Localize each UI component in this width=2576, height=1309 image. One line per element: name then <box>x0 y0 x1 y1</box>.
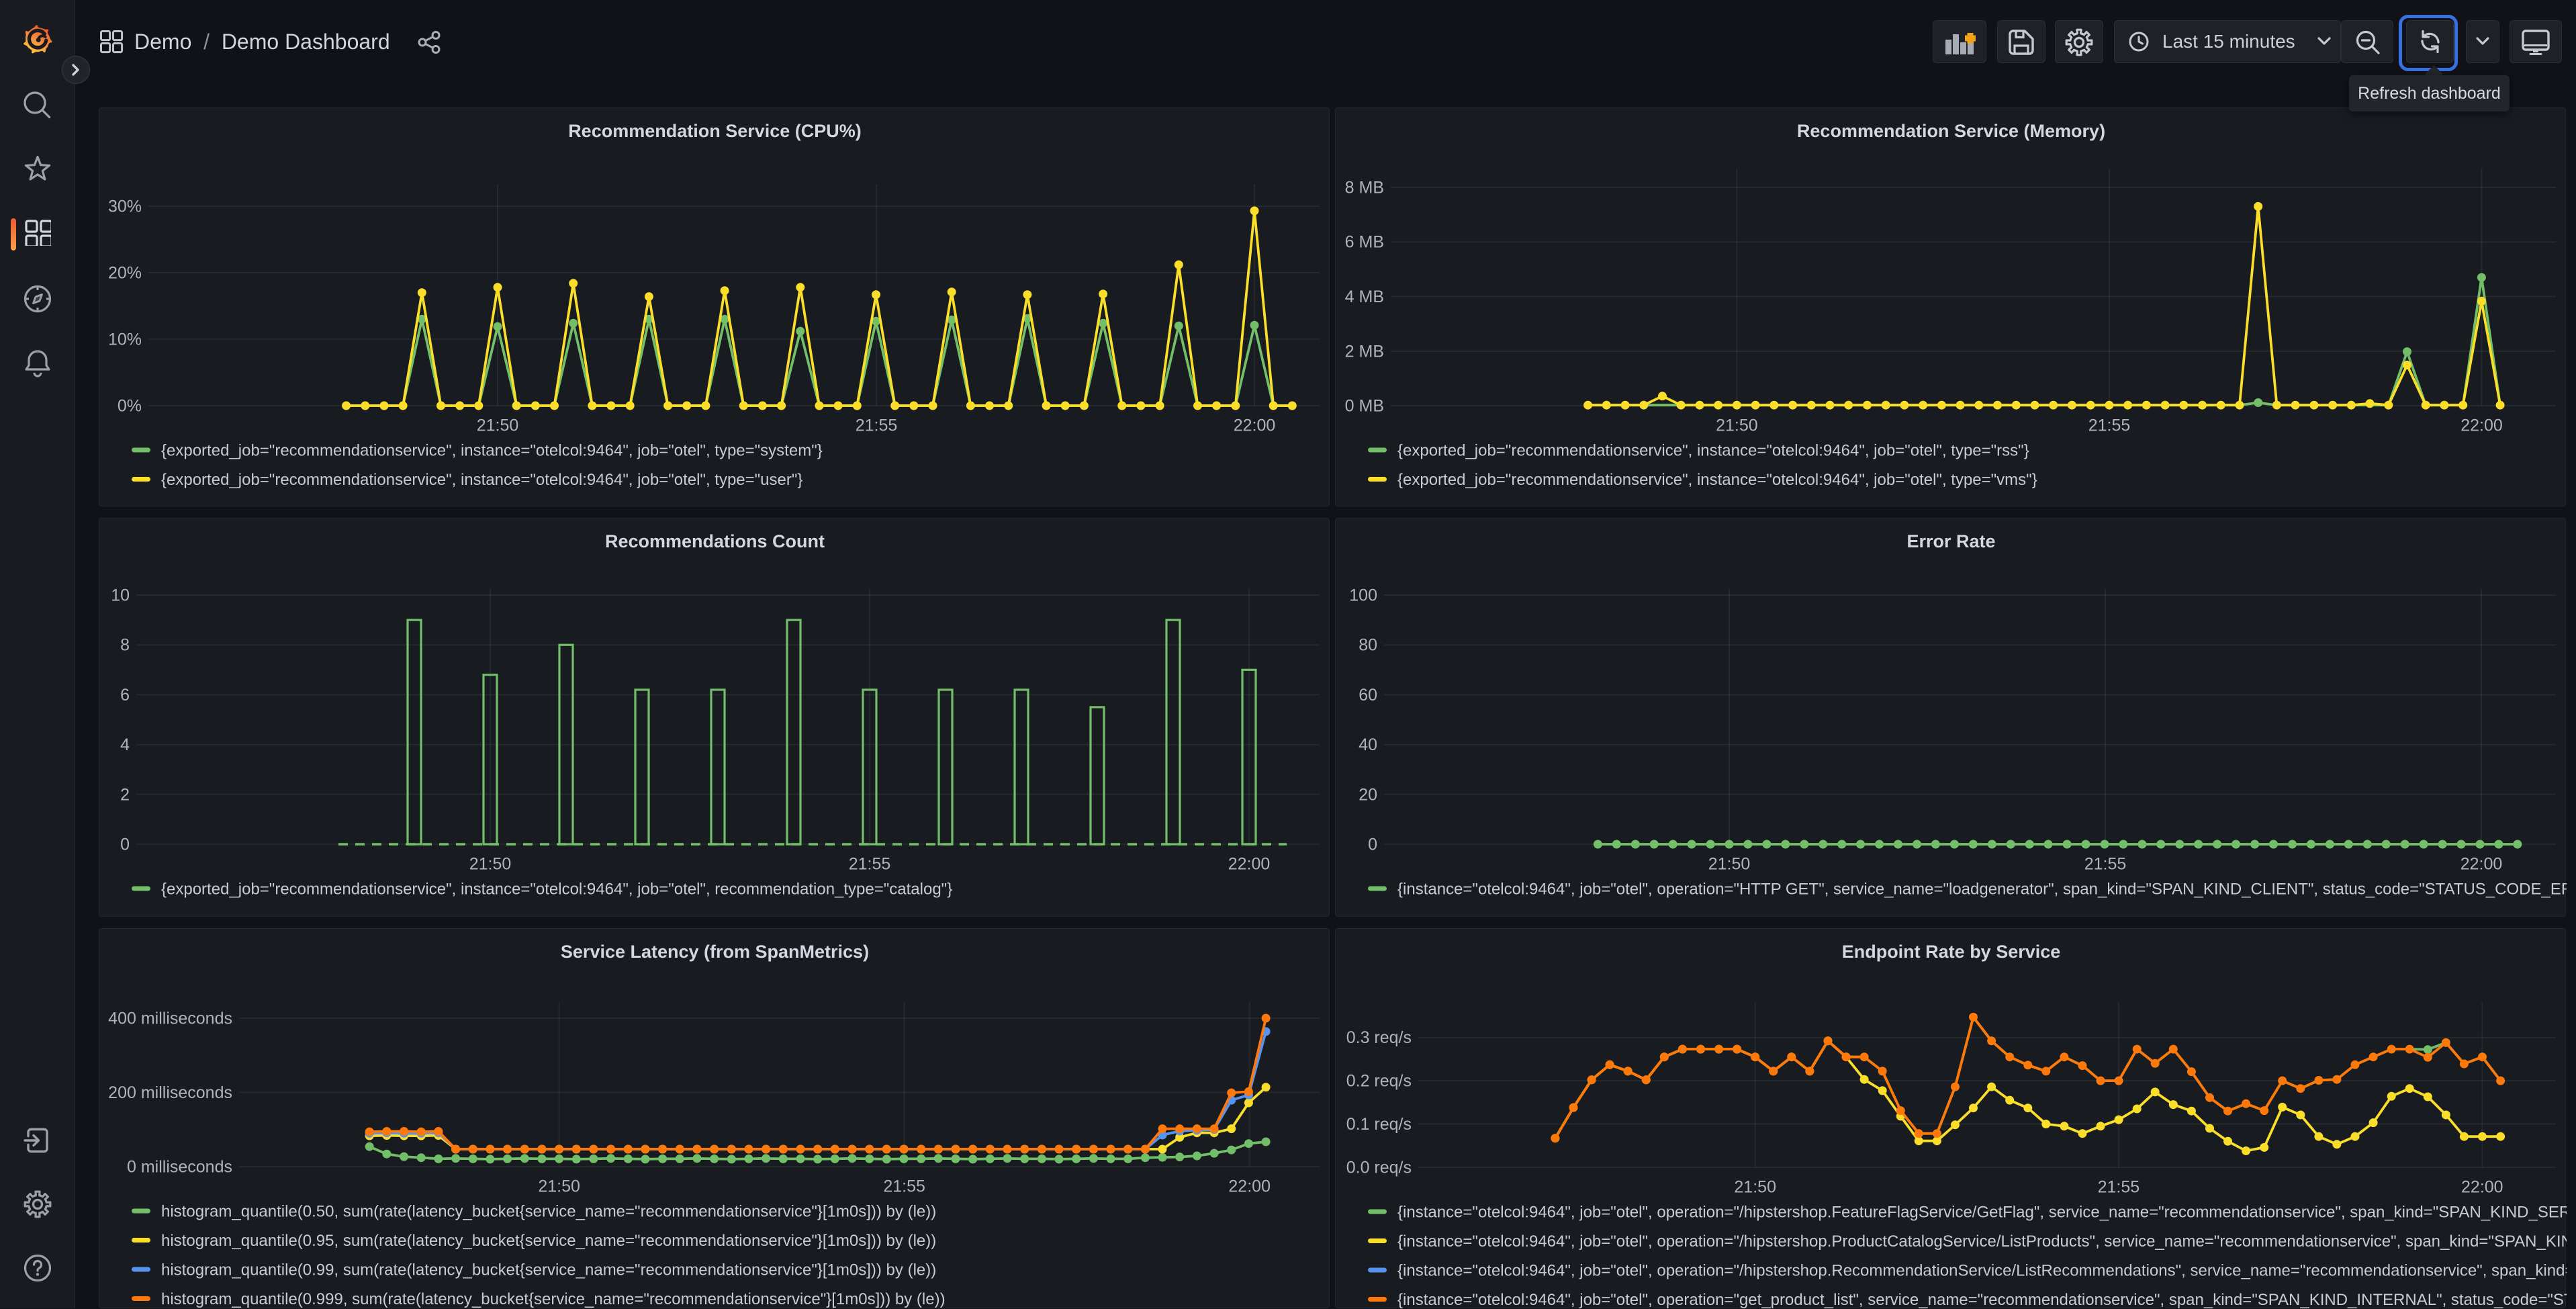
svg-text:Recommendations Count: Recommendations Count <box>605 531 825 551</box>
svg-text:{exported_job="recommendations: {exported_job="recommendationservice", i… <box>161 442 823 460</box>
svg-text:{instance="otelcol:9464", job=: {instance="otelcol:9464", job="otel", op… <box>1397 1204 2567 1222</box>
svg-text:0 MB: 0 MB <box>1345 397 1384 416</box>
svg-text:21:55: 21:55 <box>2084 855 2127 874</box>
svg-text:21:55: 21:55 <box>883 1177 925 1196</box>
svg-text:Service Latency (from SpanMetr: Service Latency (from SpanMetrics) <box>561 942 869 962</box>
svg-text:0: 0 <box>1368 836 1377 854</box>
svg-text:2: 2 <box>120 785 130 804</box>
svg-text:100: 100 <box>1349 586 1377 605</box>
svg-text:22:00: 22:00 <box>1228 1177 1271 1196</box>
svg-text:200 milliseconds: 200 milliseconds <box>108 1083 232 1102</box>
svg-text:60: 60 <box>1359 686 1377 705</box>
svg-text:30%: 30% <box>108 197 142 216</box>
svg-text:2 MB: 2 MB <box>1345 342 1384 361</box>
svg-text:{exported_job="recommendations: {exported_job="recommendationservice", i… <box>161 471 802 489</box>
svg-text:21:55: 21:55 <box>849 855 891 874</box>
svg-text:22:00: 22:00 <box>2460 855 2503 874</box>
svg-text:21:50: 21:50 <box>1734 1178 1776 1197</box>
svg-text:{instance="otelcol:9464", job=: {instance="otelcol:9464", job="otel", op… <box>1397 881 2567 899</box>
svg-text:21:50: 21:50 <box>477 416 519 435</box>
svg-text:10: 10 <box>111 586 130 605</box>
svg-text:6 MB: 6 MB <box>1345 233 1384 252</box>
svg-text:8: 8 <box>120 636 130 655</box>
svg-text:{instance="otelcol:9464", job=: {instance="otelcol:9464", job="otel", op… <box>1397 1262 2567 1280</box>
svg-text:Recommendation Service (Memory: Recommendation Service (Memory) <box>1797 121 2105 141</box>
svg-text:{exported_job="recommendations: {exported_job="recommendationservice", i… <box>1397 471 2037 489</box>
svg-text:80: 80 <box>1359 636 1377 655</box>
svg-text:{instance="otelcol:9464", job=: {instance="otelcol:9464", job="otel", op… <box>1397 1232 2567 1251</box>
svg-text:22:00: 22:00 <box>2461 1178 2503 1197</box>
svg-text:0.3 req/s: 0.3 req/s <box>1346 1028 1412 1047</box>
svg-text:{exported_job="recommendations: {exported_job="recommendationservice", i… <box>161 881 952 899</box>
svg-text:21:50: 21:50 <box>469 855 512 874</box>
svg-text:40: 40 <box>1359 735 1377 754</box>
svg-text:4 MB: 4 MB <box>1345 287 1384 306</box>
svg-text:{instance="otelcol:9464", job=: {instance="otelcol:9464", job="otel", op… <box>1397 1291 2567 1309</box>
svg-text:4: 4 <box>120 735 130 754</box>
svg-text:20%: 20% <box>108 264 142 283</box>
svg-text:22:00: 22:00 <box>1228 855 1271 874</box>
svg-text:histogram_quantile(0.999, sum(: histogram_quantile(0.999, sum(rate(laten… <box>161 1290 946 1308</box>
svg-text:0.2 req/s: 0.2 req/s <box>1346 1072 1412 1091</box>
svg-text:21:55: 21:55 <box>2098 1178 2140 1197</box>
svg-text:0.0 req/s: 0.0 req/s <box>1346 1159 1412 1177</box>
svg-text:0 milliseconds: 0 milliseconds <box>127 1158 232 1177</box>
svg-text:0: 0 <box>120 836 130 854</box>
svg-text:21:55: 21:55 <box>856 416 898 435</box>
svg-text:6: 6 <box>120 686 130 705</box>
svg-text:0.1 req/s: 0.1 req/s <box>1346 1115 1412 1134</box>
svg-text:21:50: 21:50 <box>1708 855 1751 874</box>
svg-text:histogram_quantile(0.99, sum(r: histogram_quantile(0.99, sum(rate(latenc… <box>161 1261 936 1279</box>
svg-text:Endpoint Rate by Service: Endpoint Rate by Service <box>1842 942 2061 962</box>
svg-text:400 milliseconds: 400 milliseconds <box>108 1009 232 1028</box>
svg-text:Error Rate: Error Rate <box>1906 531 1995 551</box>
svg-text:Recommendation Service (CPU%): Recommendation Service (CPU%) <box>568 121 862 141</box>
svg-text:histogram_quantile(0.50, sum(r: histogram_quantile(0.50, sum(rate(latenc… <box>161 1203 936 1221</box>
svg-text:21:55: 21:55 <box>2088 416 2131 435</box>
svg-text:{exported_job="recommendations: {exported_job="recommendationservice", i… <box>1397 442 2029 460</box>
svg-text:histogram_quantile(0.95, sum(r: histogram_quantile(0.95, sum(rate(latenc… <box>161 1232 936 1250</box>
svg-text:8 MB: 8 MB <box>1345 179 1384 197</box>
svg-text:20: 20 <box>1359 785 1377 804</box>
svg-text:22:00: 22:00 <box>1234 416 1276 435</box>
svg-text:22:00: 22:00 <box>2460 416 2503 435</box>
svg-text:10%: 10% <box>108 330 142 349</box>
svg-text:0%: 0% <box>118 397 142 416</box>
svg-text:21:50: 21:50 <box>1716 416 1758 435</box>
svg-text:21:50: 21:50 <box>538 1177 580 1196</box>
